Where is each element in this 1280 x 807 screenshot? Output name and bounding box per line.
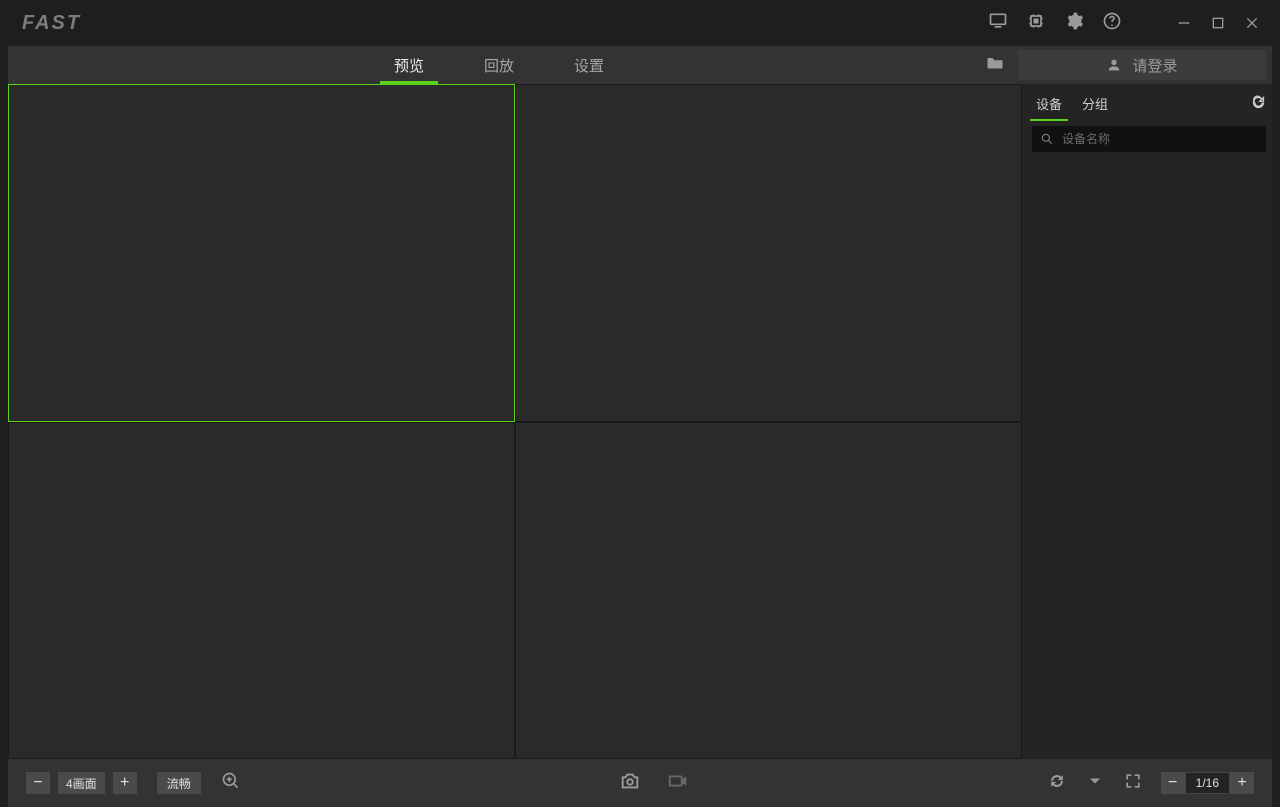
side-tab-group[interactable]: 分组 <box>1078 92 1112 119</box>
expand-down-icon[interactable] <box>1085 771 1105 796</box>
gear-icon[interactable] <box>1064 11 1084 36</box>
refresh-icon[interactable] <box>1251 95 1266 115</box>
device-search[interactable] <box>1032 126 1266 152</box>
page-prev-button[interactable]: − <box>1161 772 1185 794</box>
device-panel-tabs: 设备 分组 <box>1032 90 1266 120</box>
close-button[interactable] <box>1244 15 1260 31</box>
cpu-icon[interactable] <box>1026 11 1046 36</box>
app-logo: FAST <box>22 12 81 35</box>
video-cell-1[interactable] <box>515 84 1022 422</box>
page-display: 1/16 <box>1185 772 1230 794</box>
main-area: 设备 分组 <box>8 84 1272 759</box>
main-toolbar: 预览 回放 设置 请登录 <box>8 46 1272 84</box>
user-icon <box>1106 57 1122 73</box>
minimize-button[interactable] <box>1176 15 1192 31</box>
video-cell-3[interactable] <box>515 422 1022 760</box>
maximize-button[interactable] <box>1210 15 1226 31</box>
fullscreen-icon[interactable] <box>1123 771 1143 796</box>
video-grid <box>8 84 1022 759</box>
tab-playback[interactable]: 回放 <box>454 46 544 84</box>
tab-preview[interactable]: 预览 <box>364 46 454 84</box>
tab-settings[interactable]: 设置 <box>544 46 634 84</box>
side-tab-device[interactable]: 设备 <box>1032 92 1066 119</box>
layout-increase-button[interactable]: + <box>113 772 137 794</box>
title-bar-icons <box>988 11 1260 36</box>
folder-icon[interactable] <box>986 55 1004 75</box>
camera-icon[interactable] <box>619 770 641 797</box>
help-icon[interactable] <box>1102 11 1122 36</box>
video-cell-0[interactable] <box>8 84 515 422</box>
layout-cluster: − 4画面 + <box>26 772 137 794</box>
zoom-in-icon[interactable] <box>221 771 241 796</box>
capture-group <box>619 770 689 797</box>
page-cluster: − 1/16 + <box>1161 772 1254 794</box>
monitor-icon[interactable] <box>988 11 1008 36</box>
page-next-button[interactable]: + <box>1230 772 1254 794</box>
title-bar: FAST <box>0 0 1280 46</box>
main-tabs: 预览 回放 设置 <box>8 46 634 84</box>
device-panel: 设备 分组 <box>1022 84 1272 759</box>
search-icon <box>1040 132 1054 146</box>
stream-quality-button[interactable]: 流畅 <box>157 772 201 794</box>
bottom-right-group: − 1/16 + <box>1047 771 1254 796</box>
record-icon[interactable] <box>667 770 689 797</box>
video-cell-2[interactable] <box>8 422 515 760</box>
device-search-input[interactable] <box>1062 132 1258 146</box>
login-button[interactable]: 请登录 <box>1018 50 1266 80</box>
layout-decrease-button[interactable]: − <box>26 772 50 794</box>
login-label: 请登录 <box>1132 55 1177 76</box>
layout-label: 4画面 <box>58 772 105 794</box>
bottom-bar: − 4画面 + 流畅 − 1/16 + <box>8 759 1272 807</box>
cycle-icon[interactable] <box>1047 771 1067 796</box>
